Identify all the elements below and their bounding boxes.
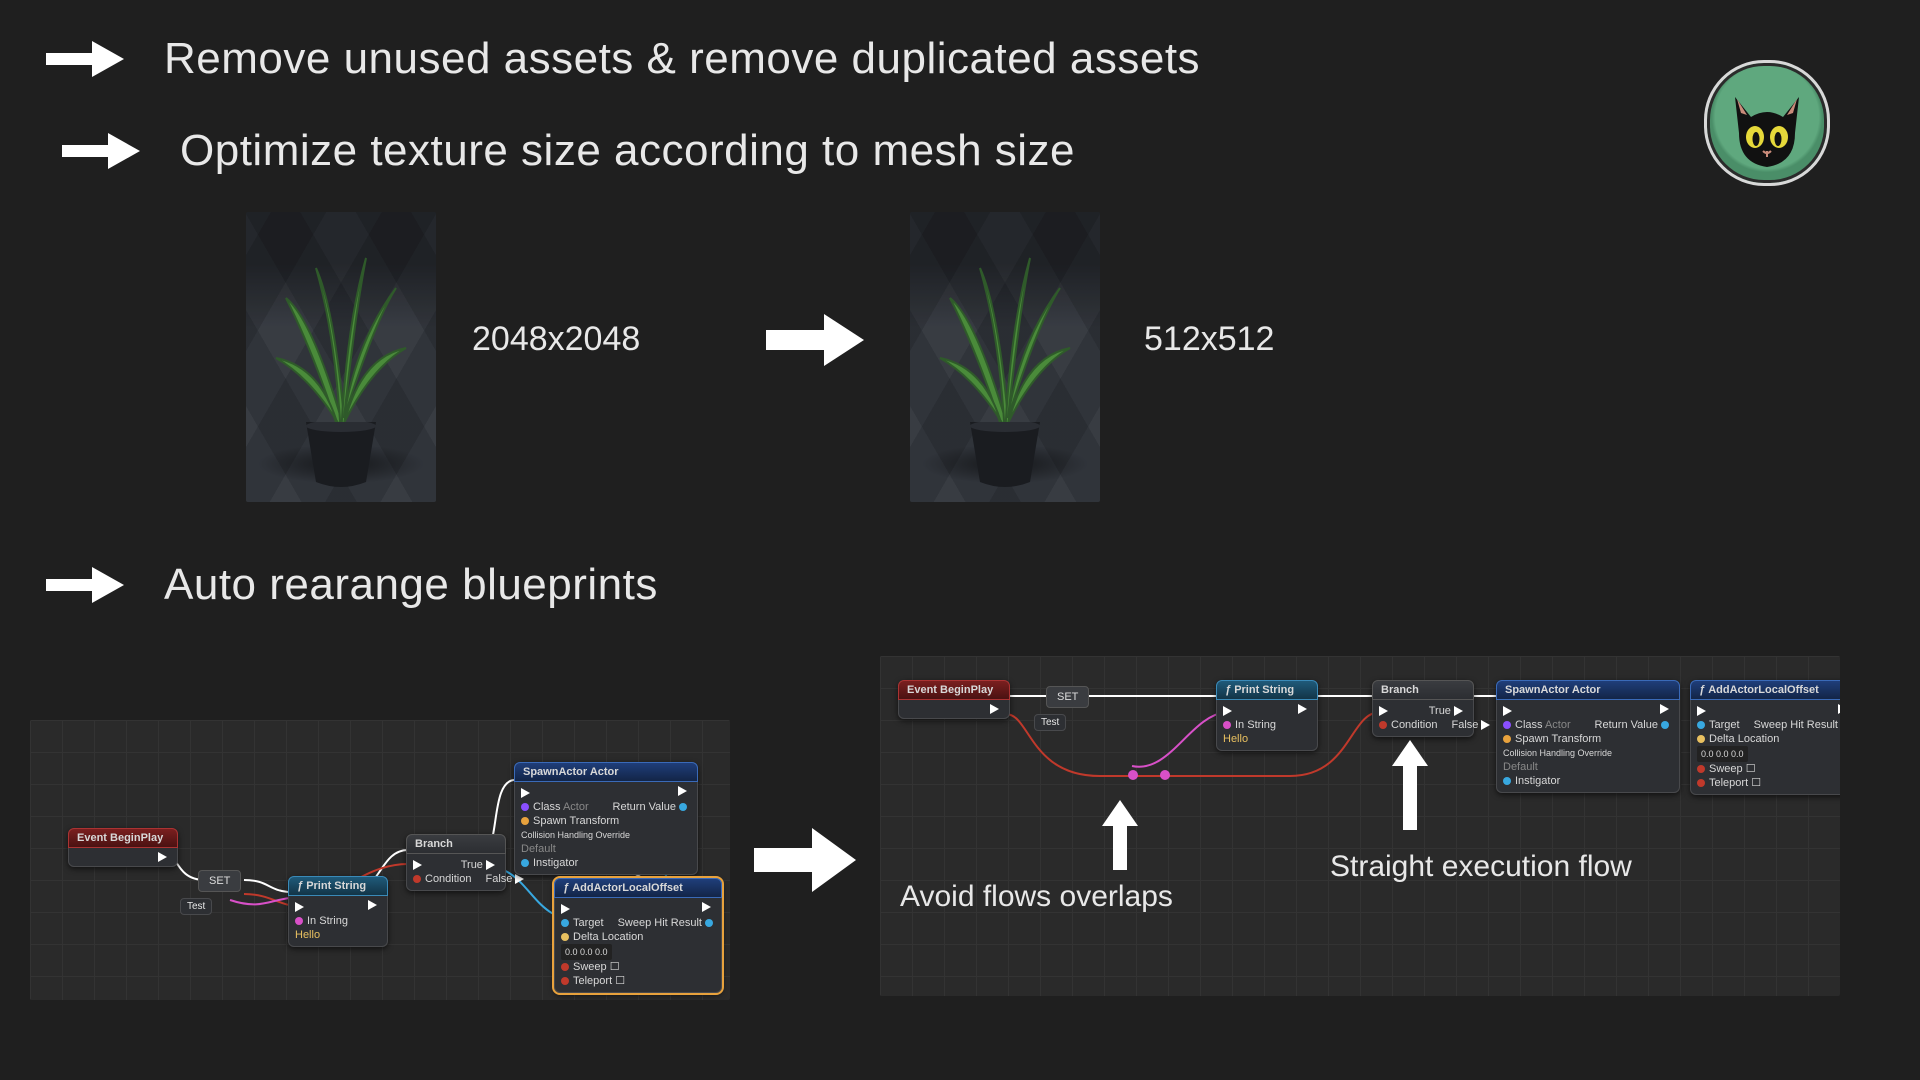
arrow-icon bbox=[760, 308, 870, 372]
bp-node-branch: Branch True ConditionFalse bbox=[1372, 680, 1474, 737]
bullet-row: Auto rearange blueprints bbox=[40, 560, 658, 610]
pot-icon bbox=[302, 422, 380, 488]
annotation bbox=[1100, 800, 1140, 870]
bp-node-spawn: SpawnActor Actor Class ActorReturn Value… bbox=[1496, 680, 1680, 793]
bp-node-branch: Branch True ConditionFalse bbox=[406, 834, 506, 891]
arrow-icon bbox=[40, 561, 128, 609]
texture-thumb-large bbox=[246, 212, 436, 502]
bullet-text: Optimize texture size according to mesh … bbox=[180, 126, 1075, 176]
pot-icon bbox=[966, 422, 1044, 488]
cat-logo bbox=[1704, 60, 1830, 186]
plant-icon bbox=[920, 238, 1090, 448]
bp-pin-label: Test bbox=[180, 898, 212, 915]
reroute-pin bbox=[1160, 770, 1170, 780]
node-title: Event BeginPlay bbox=[68, 828, 178, 848]
arrow-up-icon bbox=[1390, 740, 1430, 830]
bp-node-set: SET bbox=[198, 870, 241, 892]
arrow-icon bbox=[56, 127, 144, 175]
arrow-icon bbox=[40, 35, 128, 83]
annotation-label: Avoid flows overlaps bbox=[900, 880, 1173, 914]
bp-node-event: Event BeginPlay bbox=[68, 828, 178, 867]
bp-node-print: ƒ Print String In String Hello bbox=[288, 876, 388, 947]
reroute-pin bbox=[1128, 770, 1138, 780]
bullet-text: Remove unused assets & remove duplicated… bbox=[164, 34, 1200, 84]
bp-node-offset: ƒ AddActorLocalOffset TargetSweep Hit Re… bbox=[1690, 680, 1840, 795]
texture-thumb-small bbox=[910, 212, 1100, 502]
plant-icon bbox=[256, 238, 426, 448]
arrow-icon bbox=[750, 820, 860, 900]
bp-node-event: Event BeginPlay bbox=[898, 680, 1010, 719]
blueprint-after: Event BeginPlay SET Test ƒ Print String … bbox=[880, 656, 1840, 996]
bullet-text: Auto rearange blueprints bbox=[164, 560, 658, 610]
bullet-row: Optimize texture size according to mesh … bbox=[56, 126, 1075, 176]
bullet-row: Remove unused assets & remove duplicated… bbox=[40, 34, 1200, 84]
cat-icon bbox=[1707, 63, 1827, 183]
texture-size-label: 2048x2048 bbox=[472, 320, 640, 359]
blueprint-before: Event BeginPlay SET Test ƒ Print String … bbox=[30, 720, 730, 1000]
texture-size-label: 512x512 bbox=[1144, 320, 1274, 359]
bp-pin-label: Test bbox=[1034, 714, 1066, 731]
bp-node-set: SET bbox=[1046, 686, 1089, 708]
arrow-up-icon bbox=[1100, 800, 1140, 870]
bp-node-print: ƒ Print String In String Hello bbox=[1216, 680, 1318, 751]
annotation-label: Straight execution flow bbox=[1330, 850, 1632, 884]
annotation bbox=[1390, 740, 1430, 830]
bp-node-offset: ƒ AddActorLocalOffset TargetSweep Hit Re… bbox=[554, 878, 722, 993]
bp-node-spawn: SpawnActor Actor Class ActorReturn Value… bbox=[514, 762, 698, 875]
